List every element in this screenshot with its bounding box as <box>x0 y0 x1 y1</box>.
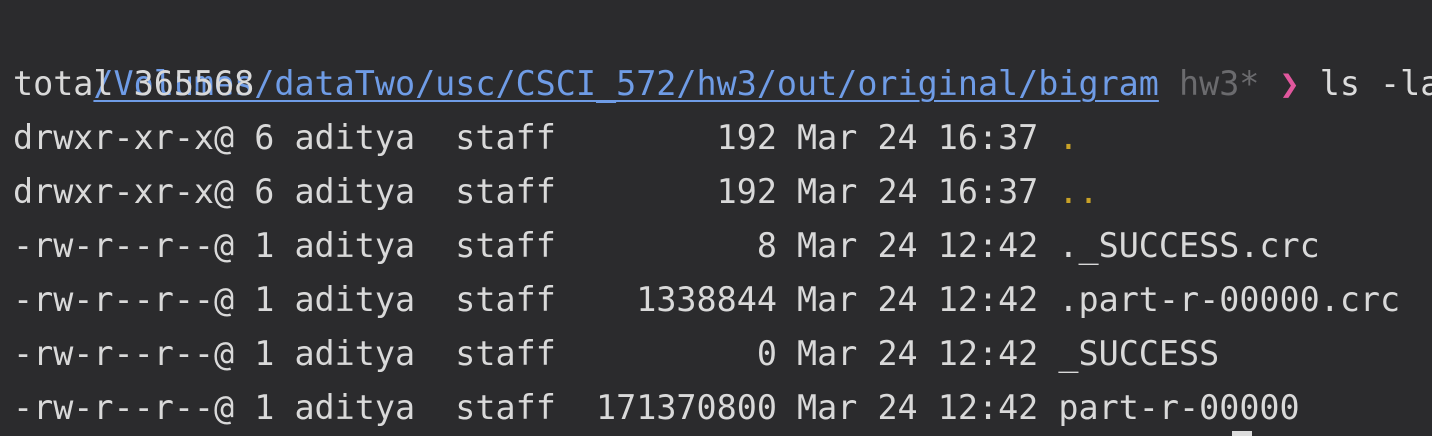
file-owner: aditya <box>294 226 456 265</box>
file-permissions: -rw-r--r--@ <box>13 280 255 319</box>
file-size: 8 <box>596 226 798 265</box>
file-size: 171370800 <box>596 388 798 427</box>
file-permissions: drwxr-xr-x@ <box>13 118 255 157</box>
file-permissions: -rw-r--r--@ <box>13 226 255 265</box>
file-entry-row: -rw-r--r--@ 1 aditya staff 0 Mar 24 12:4… <box>13 327 1219 381</box>
file-link-count: 1 <box>254 334 295 373</box>
file-group: staff <box>455 118 597 157</box>
file-permissions: drwxr-xr-x@ <box>13 172 255 211</box>
terminal-window[interactable]: /Volumes/dataTwo/usc/CSCI_572/hw3/out/or… <box>0 0 1432 436</box>
file-owner: aditya <box>294 172 456 211</box>
file-owner: aditya <box>294 280 456 319</box>
file-name: part-r-00000 <box>1058 388 1300 427</box>
file-link-count: 6 <box>254 118 295 157</box>
file-link-count: 1 <box>254 280 295 319</box>
prompt-line: /Volumes/dataTwo/usc/CSCI_572/hw3/out/or… <box>13 3 1432 103</box>
file-size: 0 <box>596 334 798 373</box>
file-group: staff <box>455 226 597 265</box>
file-date: Mar 24 12:42 <box>797 280 1059 319</box>
file-date: Mar 24 16:37 <box>797 172 1059 211</box>
file-date: Mar 24 12:42 <box>797 334 1059 373</box>
file-name: _SUCCESS <box>1058 334 1220 373</box>
file-size: 192 <box>596 172 798 211</box>
file-group: staff <box>455 280 597 319</box>
file-size: 1338844 <box>596 280 798 319</box>
file-entry-row: -rw-r--r--@ 1 aditya staff 171370800 Mar… <box>13 381 1300 435</box>
file-entry-row: drwxr-xr-x@ 6 aditya staff 192 Mar 24 16… <box>13 111 1079 165</box>
file-permissions: -rw-r--r--@ <box>13 334 255 373</box>
file-permissions: -rw-r--r--@ <box>13 388 255 427</box>
file-owner: aditya <box>294 118 456 157</box>
file-name: .part-r-00000.crc <box>1058 280 1401 319</box>
file-date: Mar 24 12:42 <box>797 388 1059 427</box>
text-cursor <box>1232 431 1252 436</box>
file-group: staff <box>455 334 597 373</box>
command-text: ls -la <box>1319 64 1432 103</box>
file-entry-row: -rw-r--r--@ 1 aditya staff 1338844 Mar 2… <box>13 273 1400 327</box>
file-size: 192 <box>596 118 798 157</box>
file-owner: aditya <box>294 334 456 373</box>
file-link-count: 6 <box>254 172 295 211</box>
prompt-symbol: ❯ <box>1279 64 1300 103</box>
file-group: staff <box>455 388 597 427</box>
file-name: . <box>1058 118 1079 157</box>
file-date: Mar 24 16:37 <box>797 118 1059 157</box>
file-group: staff <box>455 172 597 211</box>
file-link-count: 1 <box>254 226 295 265</box>
file-date: Mar 24 12:42 <box>797 226 1059 265</box>
git-branch-indicator: hw3* <box>1178 64 1260 103</box>
file-entry-row: drwxr-xr-x@ 6 aditya staff 192 Mar 24 16… <box>13 165 1099 219</box>
file-link-count: 1 <box>254 388 295 427</box>
file-entry-row: -rw-r--r--@ 1 aditya staff 8 Mar 24 12:4… <box>13 219 1320 273</box>
total-line: total 365568 <box>13 64 255 103</box>
file-owner: aditya <box>294 388 456 427</box>
file-name: .. <box>1058 172 1099 211</box>
file-name: ._SUCCESS.crc <box>1058 226 1320 265</box>
